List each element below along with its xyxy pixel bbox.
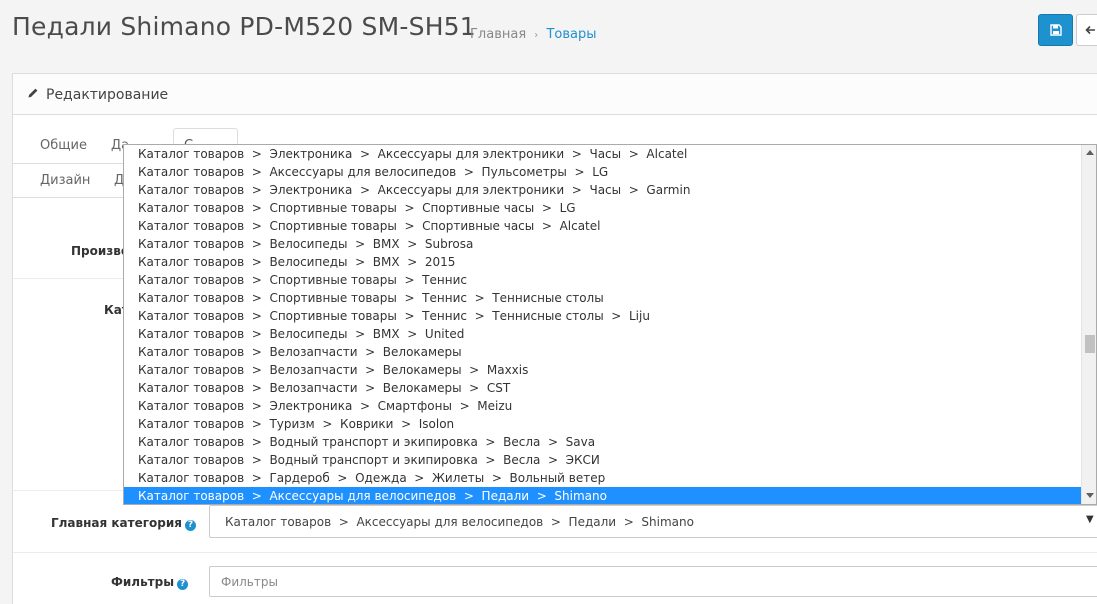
breadcrumb-current[interactable]: Товары (546, 27, 596, 42)
dropdown-option[interactable]: Каталог товаров > Гардероб > Одежда > Жи… (124, 469, 1081, 487)
dropdown-option[interactable]: Каталог товаров > Велозапчасти > Велокам… (124, 361, 1081, 379)
dropdown-option[interactable]: Каталог товаров > Водный транспорт и эки… (124, 433, 1081, 451)
back-button[interactable] (1076, 14, 1097, 46)
dropdown-option[interactable]: Каталог товаров > Спортивные товары > Те… (124, 289, 1081, 307)
dropdown-option[interactable]: Каталог товаров > Туризм > Коврики > Iso… (124, 415, 1081, 433)
filters-label: Фильтры? (111, 575, 189, 590)
panel-heading: Редактирование (13, 74, 1097, 115)
pencil-icon (28, 88, 38, 98)
dropdown-option[interactable]: Каталог товаров > Водный транспорт и эки… (124, 451, 1081, 469)
dropdown-option[interactable]: Каталог товаров > Велосипеды > BMX > Uni… (124, 325, 1081, 343)
page-title: Педали Shimano PD-M520 SM-SH51 (12, 12, 476, 41)
save-button[interactable] (1038, 14, 1073, 46)
dropdown-option[interactable]: Каталог товаров > Велозапчасти > Велокам… (124, 379, 1081, 397)
breadcrumb-separator: › (534, 30, 539, 41)
main-category-label-text: Главная категория (51, 516, 182, 530)
dropdown-option[interactable]: Каталог товаров > Велосипеды > BMX > Sub… (124, 235, 1081, 253)
filters-input[interactable] (209, 566, 1097, 597)
category-dropdown[interactable]: Каталог товаров > Электроника > Аксессуа… (123, 144, 1097, 505)
filters-label-text: Фильтры (111, 575, 175, 589)
breadcrumb: Главная › Товары (470, 27, 596, 42)
tab-general[interactable]: Общие (40, 128, 87, 164)
row-separator (13, 552, 1097, 553)
dropdown-option[interactable]: Каталог товаров > Спортивные товары > Сп… (124, 217, 1081, 235)
dropdown-option[interactable]: Каталог товаров > Велосипеды > BMX > 201… (124, 253, 1081, 271)
manufacturer-label: Произво (71, 244, 130, 258)
scroll-down-icon[interactable] (1086, 493, 1094, 498)
page-header: Педали Shimano PD-M520 SM-SH51 Главная ›… (0, 0, 1097, 62)
main-category-value: Каталог товаров > Аксессуары для велосип… (225, 515, 694, 529)
chevron-down-icon: ▼ (1086, 514, 1094, 525)
tab-design[interactable]: Дизайн (40, 163, 90, 199)
help-icon[interactable]: ? (177, 579, 189, 590)
dropdown-option[interactable]: Каталог товаров > Аксессуары для велосип… (124, 163, 1081, 181)
dropdown-option[interactable]: Каталог товаров > Спортивные товары > Сп… (124, 199, 1081, 217)
breadcrumb-home[interactable]: Главная (470, 27, 526, 42)
dropdown-option[interactable]: Каталог товаров > Спортивные товары > Те… (124, 307, 1081, 325)
main-category-label: Главная категория? (51, 516, 196, 531)
dropdown-option[interactable]: Каталог товаров > Аксессуары для велосип… (124, 487, 1081, 504)
dropdown-scrollbar[interactable] (1081, 145, 1096, 504)
panel-title: Редактирование (46, 87, 169, 103)
dropdown-option[interactable]: Каталог товаров > Электроника > Смартфон… (124, 397, 1081, 415)
scroll-thumb[interactable] (1085, 335, 1095, 353)
dropdown-option[interactable]: Каталог товаров > Электроника > Аксессуа… (124, 181, 1081, 199)
dropdown-option[interactable]: Каталог товаров > Электроника > Аксессуа… (124, 145, 1081, 163)
main-category-select[interactable]: Каталог товаров > Аксессуары для велосип… (209, 505, 1097, 538)
dropdown-option[interactable]: Каталог товаров > Спортивные товары > Те… (124, 271, 1081, 289)
help-icon[interactable]: ? (184, 520, 196, 531)
dropdown-list: Каталог товаров > Электроника > Аксессуа… (124, 145, 1081, 504)
arrow-left-icon (1085, 25, 1095, 35)
scroll-up-icon[interactable] (1086, 150, 1094, 155)
floppy-disk-icon (1050, 24, 1062, 36)
dropdown-option[interactable]: Каталог товаров > Велозапчасти > Велокам… (124, 343, 1081, 361)
